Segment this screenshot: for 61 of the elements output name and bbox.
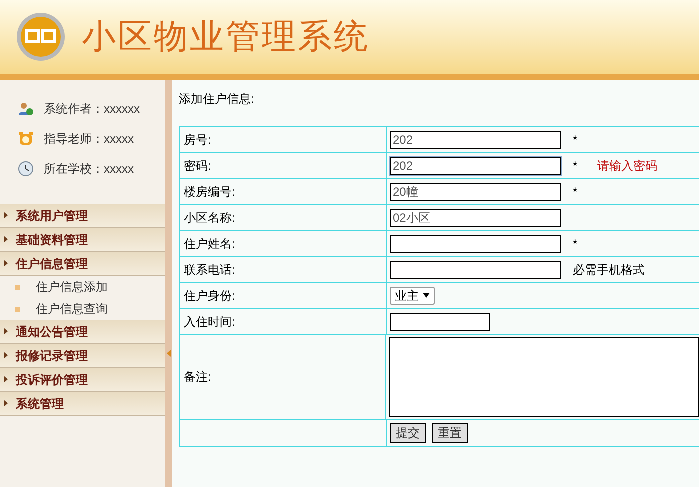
field-label: 小区名称:	[184, 210, 236, 226]
caret-icon	[4, 328, 8, 335]
required-mark: *	[573, 132, 578, 148]
menu-group-label: 通知公告管理	[16, 324, 88, 340]
submenu-item[interactable]: 住户信息添加	[0, 276, 165, 298]
required-mark: *	[573, 184, 578, 200]
reset-button[interactable]: 重置	[432, 423, 468, 443]
text-field[interactable]: 202	[390, 130, 561, 148]
menu-group-header[interactable]: 投诉评价管理	[0, 368, 165, 392]
caret-icon	[4, 212, 8, 219]
caret-icon	[4, 400, 8, 407]
menu-group-label: 投诉评价管理	[16, 372, 88, 388]
hint-text: 必需手机格式	[573, 262, 645, 278]
menu-group-header[interactable]: 系统用户管理	[0, 204, 165, 228]
menu-group-header[interactable]: 报修记录管理	[0, 344, 165, 368]
menu-group-header[interactable]: 住户信息管理	[0, 252, 165, 276]
menu-group-label: 住户信息管理	[16, 256, 88, 272]
caret-icon	[4, 376, 8, 383]
menu-group-header[interactable]: 通知公告管理	[0, 320, 165, 344]
bullet-icon	[15, 284, 20, 290]
required-mark: *	[573, 158, 578, 174]
clock-icon	[18, 161, 34, 177]
text-field[interactable]	[390, 260, 561, 278]
field-label: 入住时间:	[184, 314, 236, 330]
menu-group-label: 系统管理	[16, 396, 64, 412]
menu-group-label: 系统用户管理	[16, 208, 88, 224]
date-field[interactable]	[390, 312, 490, 330]
bullet-icon	[15, 306, 20, 312]
submenu-item[interactable]: 住户信息查询	[0, 298, 165, 320]
identity-dropdown[interactable]: 业主	[390, 286, 435, 304]
error-message: 请输入密码	[598, 158, 658, 174]
text-field[interactable]: 20幢	[390, 182, 561, 200]
info-text: 系统作者：xxxxxx	[44, 101, 140, 118]
field-label: 密码:	[184, 158, 212, 174]
field-label: 房号:	[184, 132, 212, 148]
field-label: 备注:	[184, 369, 212, 386]
field-label: 楼房编号:	[184, 184, 236, 200]
caret-icon	[4, 236, 8, 243]
text-field[interactable]: 02小区	[390, 208, 561, 226]
submit-button[interactable]: 提交	[390, 423, 426, 443]
text-field[interactable]	[390, 234, 561, 252]
caret-icon	[4, 260, 8, 267]
info-text: 所在学校：xxxxx	[44, 161, 134, 178]
dropdown-arrow-icon	[423, 293, 430, 298]
text-field[interactable]: 202	[390, 156, 561, 174]
caret-icon	[4, 352, 8, 359]
info-text: 指导老师：xxxxx	[44, 131, 134, 148]
field-label: 联系电话:	[184, 262, 236, 278]
menu-group-label: 报修记录管理	[16, 348, 88, 364]
required-mark: *	[573, 236, 578, 252]
form-title: 添加住户信息:	[179, 91, 256, 108]
logo-icon	[16, 12, 66, 62]
menu-group-header[interactable]: 基础资料管理	[0, 228, 165, 252]
remarks-textarea[interactable]	[389, 337, 699, 417]
field-label: 住户姓名:	[184, 236, 236, 252]
menu-group-label: 基础资料管理	[16, 232, 88, 248]
app-title: 小区物业管理系统	[82, 16, 370, 58]
field-label: 住户身份:	[184, 288, 236, 304]
menu-group-header[interactable]: 系统管理	[0, 392, 165, 416]
users-icon	[18, 101, 34, 117]
clock-icon	[18, 131, 34, 147]
